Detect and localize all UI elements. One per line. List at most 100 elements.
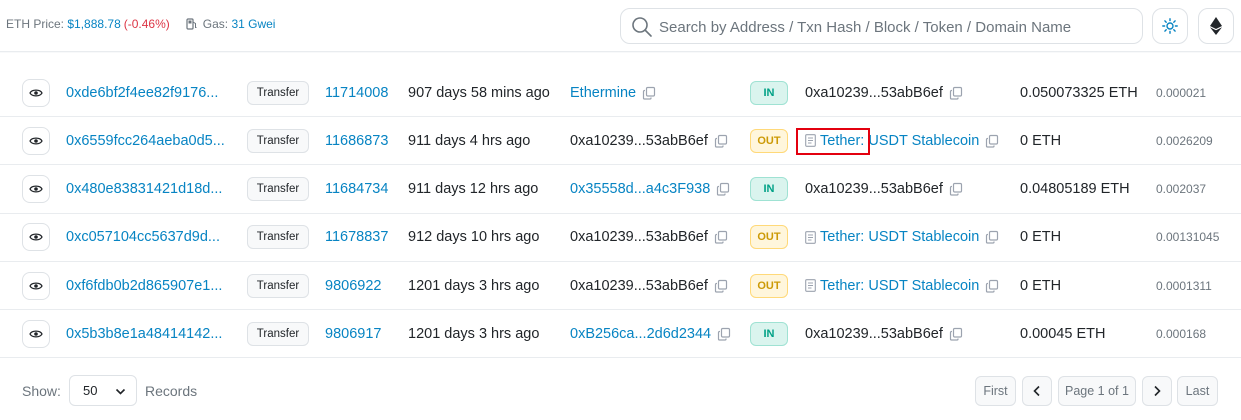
page-size-select[interactable]: 50 — [69, 375, 137, 406]
eth-price-label: ETH Price: — [6, 17, 65, 31]
value-text: 0.050073325 ETH — [1020, 84, 1138, 101]
method-badge: Transfer — [247, 128, 309, 153]
age-text: 911 days 12 hrs ago — [408, 181, 539, 198]
method-badge: Transfer — [247, 225, 309, 250]
copy-icon[interactable] — [716, 182, 730, 196]
copy-icon[interactable] — [717, 327, 731, 341]
method-badge: Transfer — [247, 177, 309, 202]
page-info: Page 1 of 1 — [1058, 376, 1136, 406]
to-address-text: 0xa10239...53abB6ef — [805, 325, 943, 342]
preview-button[interactable] — [22, 319, 50, 348]
copy-icon[interactable] — [714, 230, 728, 244]
eye-icon — [29, 233, 43, 241]
copy-icon[interactable] — [714, 279, 728, 293]
document-icon — [805, 230, 816, 244]
table-row: 0x5b3b8e1a48414142... Transfer 9806917 1201… — [0, 310, 1241, 359]
from-address-text[interactable]: 0xB256ca...2d6d2344 — [570, 326, 711, 342]
sun-icon — [1162, 18, 1178, 34]
txn-fee-text: 0.000168 — [1156, 326, 1207, 341]
prev-page-button[interactable] — [1022, 376, 1052, 406]
value-text: 0.00045 ETH — [1020, 325, 1106, 342]
block-link[interactable]: 11714008 — [325, 85, 388, 101]
table-row: 0xc057104cc5637d9d... Transfer 11678837 912… — [0, 214, 1241, 262]
from-address-text: 0xa10239...53abB6ef — [570, 132, 708, 149]
value-text: 0 ETH — [1020, 229, 1062, 246]
table-row: 0xde6bf2f4ee82f9176... Transfer 11714008 90… — [0, 69, 1241, 118]
to-address-text: 0xa10239...53abB6ef — [805, 84, 943, 101]
eth-price-value[interactable]: $1,888.78 — [67, 17, 120, 31]
direction-badge: OUT — [750, 128, 788, 153]
theme-toggle-button[interactable] — [1152, 8, 1188, 44]
to-address: Tether: USDT Stablecoin — [805, 278, 999, 294]
direction-badge: IN — [750, 321, 788, 346]
preview-button[interactable] — [22, 78, 50, 107]
to-address-text[interactable]: Tether: USDT Stablecoin — [820, 278, 979, 294]
to-address-text[interactable]: Tether: USDT Stablecoin — [820, 133, 979, 149]
copy-icon[interactable] — [985, 230, 999, 244]
block-link[interactable]: 11686873 — [325, 133, 388, 149]
table-row: 0x480e83831421d18d... Transfer 11684734 911… — [0, 166, 1241, 214]
block-link[interactable]: 11684734 — [325, 181, 388, 197]
txn-hash-link[interactable]: 0xde6bf2f4ee82f9176... — [66, 85, 218, 101]
txn-fee-text: 0.00131045 — [1156, 230, 1220, 245]
copy-icon[interactable] — [642, 86, 656, 100]
preview-button[interactable] — [22, 271, 50, 300]
network-button[interactable] — [1198, 8, 1234, 44]
txn-hash-link[interactable]: 0xc057104cc5637d9d... — [66, 229, 220, 245]
txn-hash-link[interactable]: 0xf6fdb0b2d865907e1... — [66, 278, 222, 294]
ethereum-icon — [1210, 17, 1222, 35]
eye-icon — [29, 89, 43, 97]
eye-icon — [29, 282, 43, 289]
copy-icon[interactable] — [985, 279, 999, 293]
preview-button[interactable] — [22, 126, 50, 155]
txn-hash-link[interactable]: 0x5b3b8e1a48414142... — [66, 326, 222, 342]
age-text: 1201 days 3 hrs ago — [408, 325, 540, 342]
top-bar: ETH Price: $1,888.78 (-0.46%) Gas: 31 Gw… — [0, 0, 1241, 52]
txn-hash-link[interactable]: 0x480e83831421d18d... — [66, 181, 222, 197]
from-address-text[interactable]: Ethermine — [570, 85, 636, 101]
from-address: 0xa10239...53abB6ef — [570, 278, 728, 294]
direction-badge: OUT — [750, 225, 788, 250]
age-text: 907 days 58 mins ago — [408, 84, 550, 101]
txn-fee-text: 0.0026209 — [1156, 133, 1213, 148]
page-size-value: 50 — [83, 383, 98, 398]
direction-badge: IN — [750, 80, 788, 105]
from-address-text[interactable]: 0x35558d...a4c3F938 — [570, 181, 710, 197]
txn-fee-text: 0.002037 — [1156, 182, 1207, 197]
copy-icon[interactable] — [714, 134, 728, 148]
gas-label: Gas: — [202, 17, 229, 31]
records-label: Records — [145, 383, 198, 399]
market-info: ETH Price: $1,888.78 (-0.46%) Gas: 31 Gw… — [6, 17, 275, 31]
preview-button[interactable] — [22, 223, 50, 252]
from-address: 0xa10239...53abB6ef — [570, 229, 728, 245]
to-address-text[interactable]: Tether: USDT Stablecoin — [820, 229, 979, 245]
from-address-text: 0xa10239...53abB6ef — [570, 229, 708, 246]
value-text: 0 ETH — [1020, 132, 1062, 149]
from-address: 0xa10239...53abB6ef — [570, 133, 728, 149]
preview-button[interactable] — [22, 175, 50, 204]
value-text: 0 ETH — [1020, 277, 1062, 294]
to-address: 0xa10239...53abB6ef — [805, 85, 963, 101]
block-link[interactable]: 9806922 — [325, 278, 381, 294]
copy-icon[interactable] — [949, 86, 963, 100]
chevron-down-icon — [115, 388, 126, 395]
first-page-button[interactable]: First — [975, 376, 1016, 406]
table-footer: Show: 50 Records First Page 1 of 1 Last — [0, 362, 1241, 420]
gas-value[interactable]: 31 Gwei — [231, 17, 275, 31]
chevron-right-icon — [1154, 385, 1161, 397]
txn-hash-link[interactable]: 0x6559fcc264aeba0d5... — [66, 133, 225, 149]
next-page-button[interactable] — [1142, 376, 1172, 406]
copy-icon[interactable] — [949, 182, 963, 196]
block-link[interactable]: 11678837 — [325, 229, 388, 245]
method-badge: Transfer — [247, 80, 309, 105]
method-badge: Transfer — [247, 273, 309, 298]
txn-fee-text: 0.0001311 — [1156, 278, 1212, 293]
value-text: 0.04805189 ETH — [1020, 181, 1130, 198]
copy-icon[interactable] — [949, 327, 963, 341]
age-text: 1201 days 3 hrs ago — [408, 277, 540, 294]
search-box[interactable] — [620, 8, 1143, 44]
last-page-button[interactable]: Last — [1177, 376, 1218, 406]
search-input[interactable] — [659, 15, 1134, 39]
block-link[interactable]: 9806917 — [325, 326, 381, 342]
copy-icon[interactable] — [985, 134, 999, 148]
